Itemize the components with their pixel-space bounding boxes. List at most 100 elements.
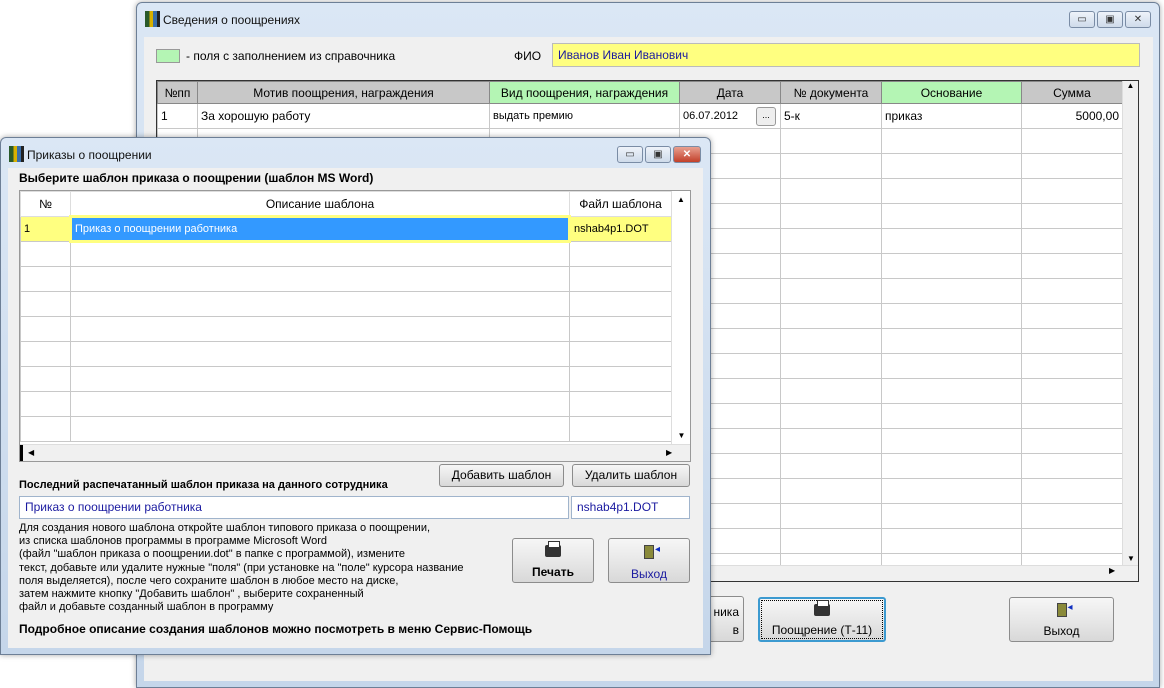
table-cell[interactable] [780, 203, 882, 229]
template-cell[interactable]: Приказ о поощрении работника [69, 215, 571, 243]
template-row[interactable] [20, 291, 672, 317]
maximize-button[interactable]: ▣ [1097, 11, 1123, 28]
table-cell[interactable] [780, 228, 882, 254]
table-cell[interactable] [881, 428, 1022, 454]
table-cell[interactable] [1021, 428, 1123, 454]
last-template-field[interactable]: Приказ о поощрении работника [19, 496, 569, 519]
template-cell[interactable] [569, 391, 672, 417]
table-cell[interactable] [1021, 403, 1123, 429]
table-cell[interactable] [780, 253, 882, 279]
table-cell[interactable] [881, 453, 1022, 479]
template-cell[interactable] [20, 366, 71, 392]
table-cell[interactable]: 5000,00 [1021, 103, 1123, 129]
table-cell[interactable] [1021, 503, 1123, 529]
template-cell[interactable] [569, 266, 672, 292]
table-cell[interactable] [881, 528, 1022, 554]
table-cell[interactable] [881, 328, 1022, 354]
template-cell[interactable] [569, 416, 672, 442]
template-row[interactable] [20, 391, 672, 417]
template-cell[interactable] [20, 241, 71, 267]
table-cell[interactable]: 06.07.2012... [679, 103, 781, 129]
table-cell[interactable] [780, 453, 882, 479]
template-cell[interactable] [569, 341, 672, 367]
table-cell[interactable] [881, 128, 1022, 154]
table-cell[interactable] [780, 403, 882, 429]
table-cell[interactable]: За хорошую работу [197, 103, 490, 129]
table-cell[interactable] [780, 178, 882, 204]
table-cell[interactable] [1021, 203, 1123, 229]
table-cell[interactable] [881, 403, 1022, 429]
table-cell[interactable] [1021, 353, 1123, 379]
template-cell[interactable] [70, 266, 570, 292]
template-cell[interactable] [569, 291, 672, 317]
print-button[interactable]: Печать [512, 538, 594, 583]
template-cell[interactable] [20, 391, 71, 417]
dialog-maximize-button[interactable]: ▣ [645, 146, 671, 163]
template-cell[interactable] [569, 366, 672, 392]
main-exit-button[interactable]: Выход [1009, 597, 1114, 642]
template-row[interactable] [20, 366, 672, 392]
delete-template-button[interactable]: Удалить шаблон [572, 464, 690, 487]
vertical-scrollbar[interactable]: ▲ ▼ [1122, 81, 1138, 565]
column-header[interactable]: Основание [881, 81, 1022, 104]
table-cell[interactable] [1021, 128, 1123, 154]
table-cell[interactable] [881, 228, 1022, 254]
dialog-minimize-button[interactable]: ▭ [617, 146, 643, 163]
table-cell[interactable] [1021, 328, 1123, 354]
table-cell[interactable] [1021, 178, 1123, 204]
table-cell[interactable] [780, 328, 882, 354]
column-header[interactable]: № документа [780, 81, 882, 104]
table-cell[interactable] [780, 303, 882, 329]
column-header[interactable]: Мотив поощрения, награждения [197, 81, 490, 104]
table-cell[interactable]: выдать премию [489, 103, 680, 129]
table-cell[interactable] [1021, 378, 1123, 404]
template-cell[interactable] [70, 391, 570, 417]
table-cell[interactable] [881, 153, 1022, 179]
reward-t11-button[interactable]: Поощрение (Т-11) [758, 597, 886, 642]
table-cell[interactable] [881, 203, 1022, 229]
table-cell[interactable] [780, 478, 882, 504]
template-row[interactable] [20, 316, 672, 342]
table-cell[interactable] [881, 253, 1022, 279]
table-cell[interactable] [1021, 528, 1123, 554]
table-cell[interactable]: 5-к [780, 103, 882, 129]
close-button[interactable]: ✕ [1125, 11, 1151, 28]
fio-field[interactable]: Иванов Иван Иванович [552, 43, 1140, 67]
template-cell[interactable] [70, 291, 570, 317]
dialog-horizontal-scrollbar[interactable]: ◀ ▶ [20, 444, 690, 461]
last-file-field[interactable]: nshab4p1.DOT [571, 496, 690, 519]
table-cell[interactable]: 1 [157, 103, 198, 129]
table-cell[interactable]: приказ [881, 103, 1022, 129]
table-cell[interactable] [780, 503, 882, 529]
date-picker-button[interactable]: ... [756, 107, 776, 126]
table-cell[interactable] [780, 278, 882, 304]
minimize-button[interactable]: ▭ [1069, 11, 1095, 28]
table-cell[interactable] [881, 478, 1022, 504]
table-cell[interactable] [1021, 303, 1123, 329]
template-cell[interactable]: 1 [20, 216, 71, 242]
template-row[interactable] [20, 266, 672, 292]
column-header[interactable]: Сумма [1021, 81, 1123, 104]
table-cell[interactable] [881, 378, 1022, 404]
template-column-header[interactable]: Файл шаблона [569, 191, 672, 217]
template-cell[interactable] [70, 416, 570, 442]
template-cell[interactable] [569, 316, 672, 342]
table-row[interactable]: 1 За хорошую работу выдать премию 06.07.201… [157, 103, 1123, 129]
template-row[interactable]: 1 Приказ о поощрении работника nshab4p1.DO… [20, 215, 672, 243]
table-cell[interactable] [780, 428, 882, 454]
column-header[interactable]: Вид поощрения, награждения [489, 81, 680, 104]
table-cell[interactable] [881, 178, 1022, 204]
template-cell[interactable] [569, 241, 672, 267]
table-cell[interactable] [1021, 253, 1123, 279]
template-column-header[interactable]: № [20, 191, 71, 217]
template-cell[interactable] [20, 266, 71, 292]
dialog-exit-button[interactable]: Выход [608, 538, 690, 583]
table-cell[interactable] [1021, 153, 1123, 179]
table-cell[interactable] [780, 153, 882, 179]
template-cell[interactable] [70, 241, 570, 267]
table-cell[interactable] [881, 503, 1022, 529]
dialog-vertical-scrollbar[interactable]: ▲ ▼ [671, 191, 690, 444]
template-cell[interactable] [70, 341, 570, 367]
table-cell[interactable] [881, 278, 1022, 304]
template-column-header[interactable]: Описание шаблона [70, 191, 570, 217]
